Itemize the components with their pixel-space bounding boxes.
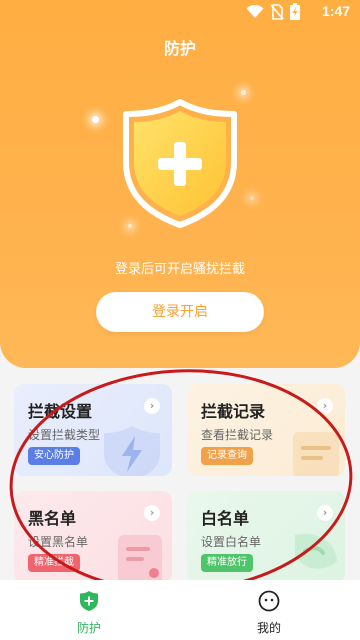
card-tag: 精准拦截	[28, 554, 80, 572]
list-document-icon	[114, 531, 166, 583]
nav-tab-protect[interactable]: 防护	[59, 590, 119, 636]
shield-plus-icon	[120, 98, 240, 228]
sparkle-decoration	[241, 90, 246, 95]
login-enable-button[interactable]: 登录开启	[96, 292, 264, 332]
login-hint: 登录后可开启骚扰拦截	[114, 262, 245, 277]
card-title: 白名单	[201, 509, 250, 528]
document-icon	[289, 428, 339, 476]
status-icons	[246, 3, 300, 20]
sparkle-decoration	[250, 196, 254, 200]
card-title: 拦截记录	[201, 402, 266, 421]
shield-plus-icon	[79, 590, 99, 616]
battery-charging-icon	[290, 3, 300, 20]
card-subtitle: 设置黑名单	[28, 535, 89, 549]
smiley-icon	[258, 590, 280, 616]
card-subtitle: 设置白名单	[201, 535, 262, 549]
card-tag: 精准放行	[201, 554, 253, 572]
card-subtitle: 查看拦截记录	[201, 428, 274, 442]
leaf-icon	[285, 525, 341, 583]
card-whitelist[interactable]: 白名单 › 设置白名单 精准放行	[187, 491, 345, 583]
card-title: 拦截设置	[28, 402, 93, 421]
nav-tab-mine[interactable]: 我的	[239, 590, 299, 636]
nav-label: 防护	[76, 621, 101, 635]
nav-label: 我的	[256, 621, 281, 635]
hero-banner: 1:47 防护 登录后可开启骚扰拦截 登录开启	[0, 0, 360, 368]
card-tag: 安心防护	[28, 447, 80, 465]
screen: 1:47 防护 登录后可开启骚扰拦截 登录开启 拦截设置 › 设置拦截类型 安心…	[0, 0, 360, 640]
status-time: 1:47	[321, 3, 350, 19]
card-intercept-records[interactable]: 拦截记录 › 查看拦截记录 记录查询	[187, 384, 345, 476]
bottom-nav: 防护 我的	[0, 580, 360, 640]
card-subtitle: 设置拦截类型	[28, 428, 101, 442]
chevron-right-icon: ›	[144, 505, 160, 521]
chevron-right-icon: ›	[144, 398, 160, 414]
page-title: 防护	[163, 39, 196, 58]
card-intercept-settings[interactable]: 拦截设置 › 设置拦截类型 安心防护	[14, 384, 172, 476]
card-tag: 记录查询	[201, 447, 253, 465]
lightning-shield-icon	[102, 424, 162, 476]
card-title: 黑名单	[28, 509, 77, 528]
card-blacklist[interactable]: 黑名单 › 设置黑名单 精准拦截	[14, 491, 172, 583]
wifi-icon	[246, 4, 264, 19]
no-sim-icon	[270, 3, 284, 20]
sparkle-decoration	[92, 116, 99, 123]
chevron-right-icon: ›	[317, 505, 333, 521]
status-bar: 1:47	[0, 0, 360, 24]
chevron-right-icon: ›	[317, 398, 333, 414]
